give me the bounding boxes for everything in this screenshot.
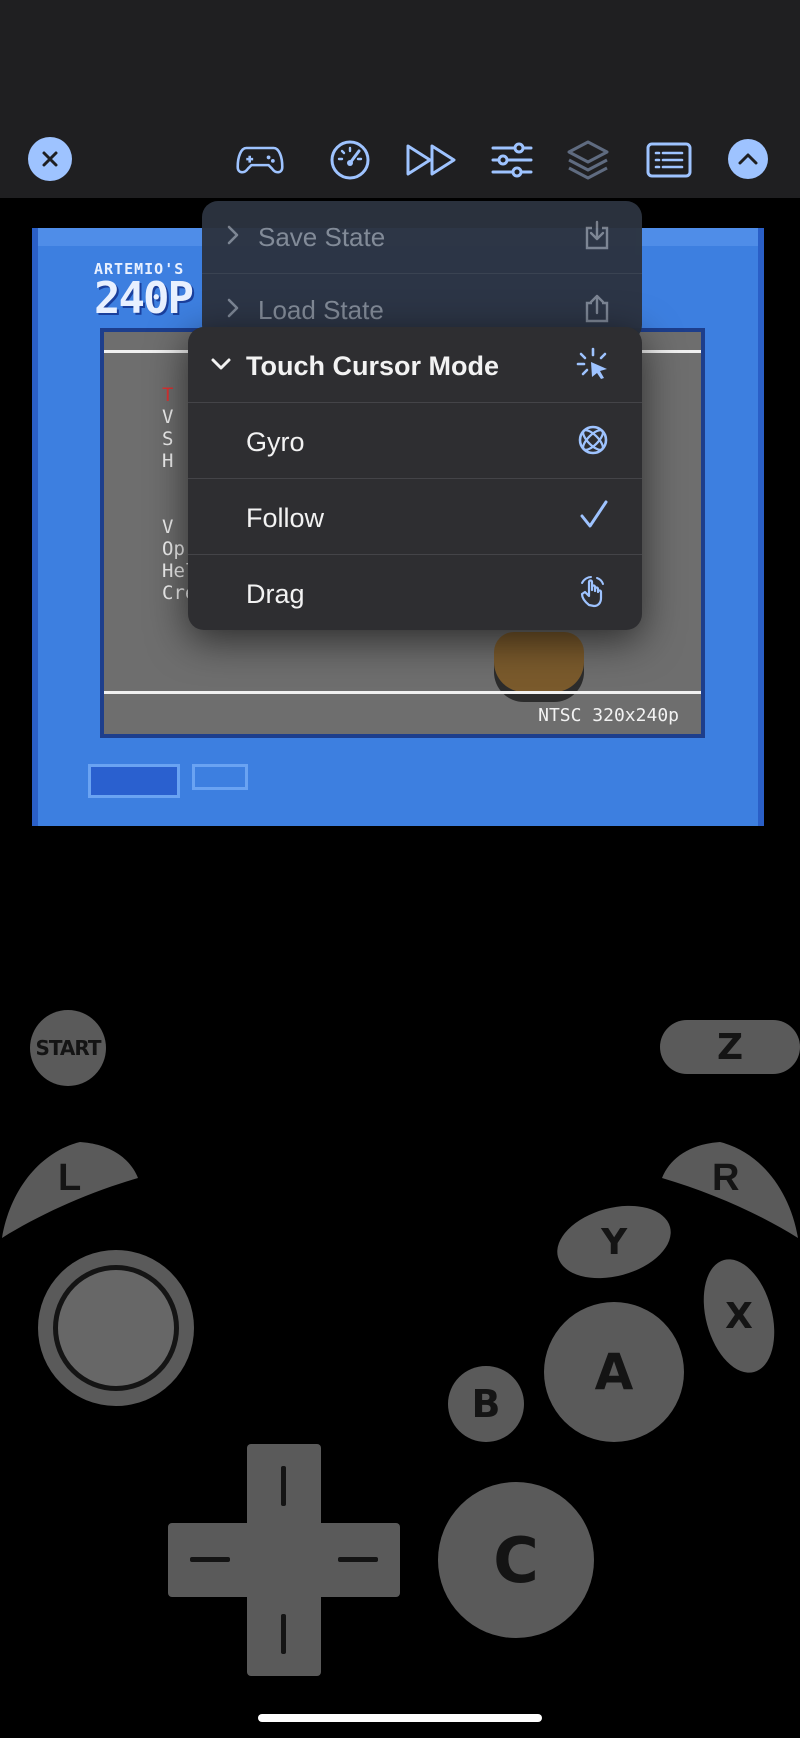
resolution-label: NTSC 320x240p (538, 705, 679, 726)
checkmark-icon (578, 499, 610, 536)
chevron-right-icon (226, 222, 240, 253)
z-button[interactable]: Z (660, 1020, 800, 1074)
gamepad-icon (236, 146, 284, 174)
chevron-up-icon (738, 153, 758, 165)
game-sprite (494, 632, 584, 692)
close-button[interactable] (28, 137, 72, 181)
z-label: Z (716, 1026, 744, 1068)
drag-label: Drag (246, 579, 305, 609)
emulator-toolbar (0, 0, 800, 198)
save-download-icon (584, 220, 610, 255)
x-label: X (725, 1295, 753, 1337)
gyro-option[interactable]: Gyro (188, 403, 642, 478)
cursor-click-icon (576, 347, 610, 386)
gyro-label: Gyro (246, 427, 305, 457)
touch-cursor-header[interactable]: Touch Cursor Mode (188, 327, 642, 402)
speed-button[interactable] (326, 136, 374, 184)
start-label: START (35, 1036, 101, 1060)
y-label: Y (600, 1221, 628, 1263)
dpad-down[interactable] (281, 1614, 286, 1654)
chevron-right-icon (226, 295, 240, 326)
analog-stick[interactable] (38, 1250, 194, 1406)
save-state-label: Save State (258, 221, 386, 252)
save-state-item[interactable]: Save State (202, 201, 642, 273)
game-logo: ARTEMIO'S 240P (94, 262, 194, 324)
upload-icon (584, 293, 610, 328)
screen-box (192, 764, 248, 790)
dpad-right[interactable] (338, 1557, 378, 1562)
b-label: B (471, 1382, 501, 1426)
b-button[interactable]: B (448, 1366, 524, 1442)
start-button[interactable]: START (30, 1010, 106, 1086)
c-label: C (493, 1523, 539, 1597)
dpad-up[interactable] (281, 1466, 286, 1506)
home-indicator[interactable] (258, 1714, 542, 1722)
fast-forward-icon (406, 144, 456, 176)
dpad[interactable] (168, 1444, 400, 1676)
analog-stick-knob[interactable] (53, 1265, 179, 1391)
load-state-label: Load State (258, 294, 384, 325)
controller-button[interactable] (236, 136, 284, 184)
c-button[interactable]: C (438, 1482, 594, 1638)
close-icon (42, 151, 58, 167)
layers-button[interactable] (564, 136, 612, 184)
speedometer-icon (330, 140, 370, 180)
layers-icon (567, 140, 609, 180)
a-label: A (594, 1343, 634, 1401)
touch-cursor-menu: Touch Cursor Mode Gyro Follow Drag (188, 327, 642, 630)
sliders-icon (491, 142, 533, 178)
x-button[interactable]: X (692, 1251, 786, 1381)
fast-forward-button[interactable] (404, 136, 460, 184)
l-label: L (58, 1157, 82, 1199)
hand-drag-icon (576, 575, 610, 614)
a-button[interactable]: A (544, 1302, 684, 1442)
list-icon (646, 142, 692, 178)
follow-label: Follow (246, 503, 325, 533)
follow-option[interactable]: Follow (188, 479, 642, 554)
dpad-left[interactable] (190, 1557, 230, 1562)
settings-button[interactable] (488, 136, 536, 184)
screen-box (88, 764, 180, 798)
gyro-icon (576, 423, 610, 462)
collapse-button[interactable] (728, 139, 768, 179)
state-menu: Save State Load State (202, 201, 642, 341)
chevron-down-icon (210, 349, 232, 384)
drag-option[interactable]: Drag (188, 555, 642, 630)
touch-cursor-title: Touch Cursor Mode (246, 351, 499, 381)
r-label: R (712, 1157, 740, 1199)
list-button[interactable] (644, 136, 694, 184)
logo-big-text: 240P (94, 273, 194, 324)
